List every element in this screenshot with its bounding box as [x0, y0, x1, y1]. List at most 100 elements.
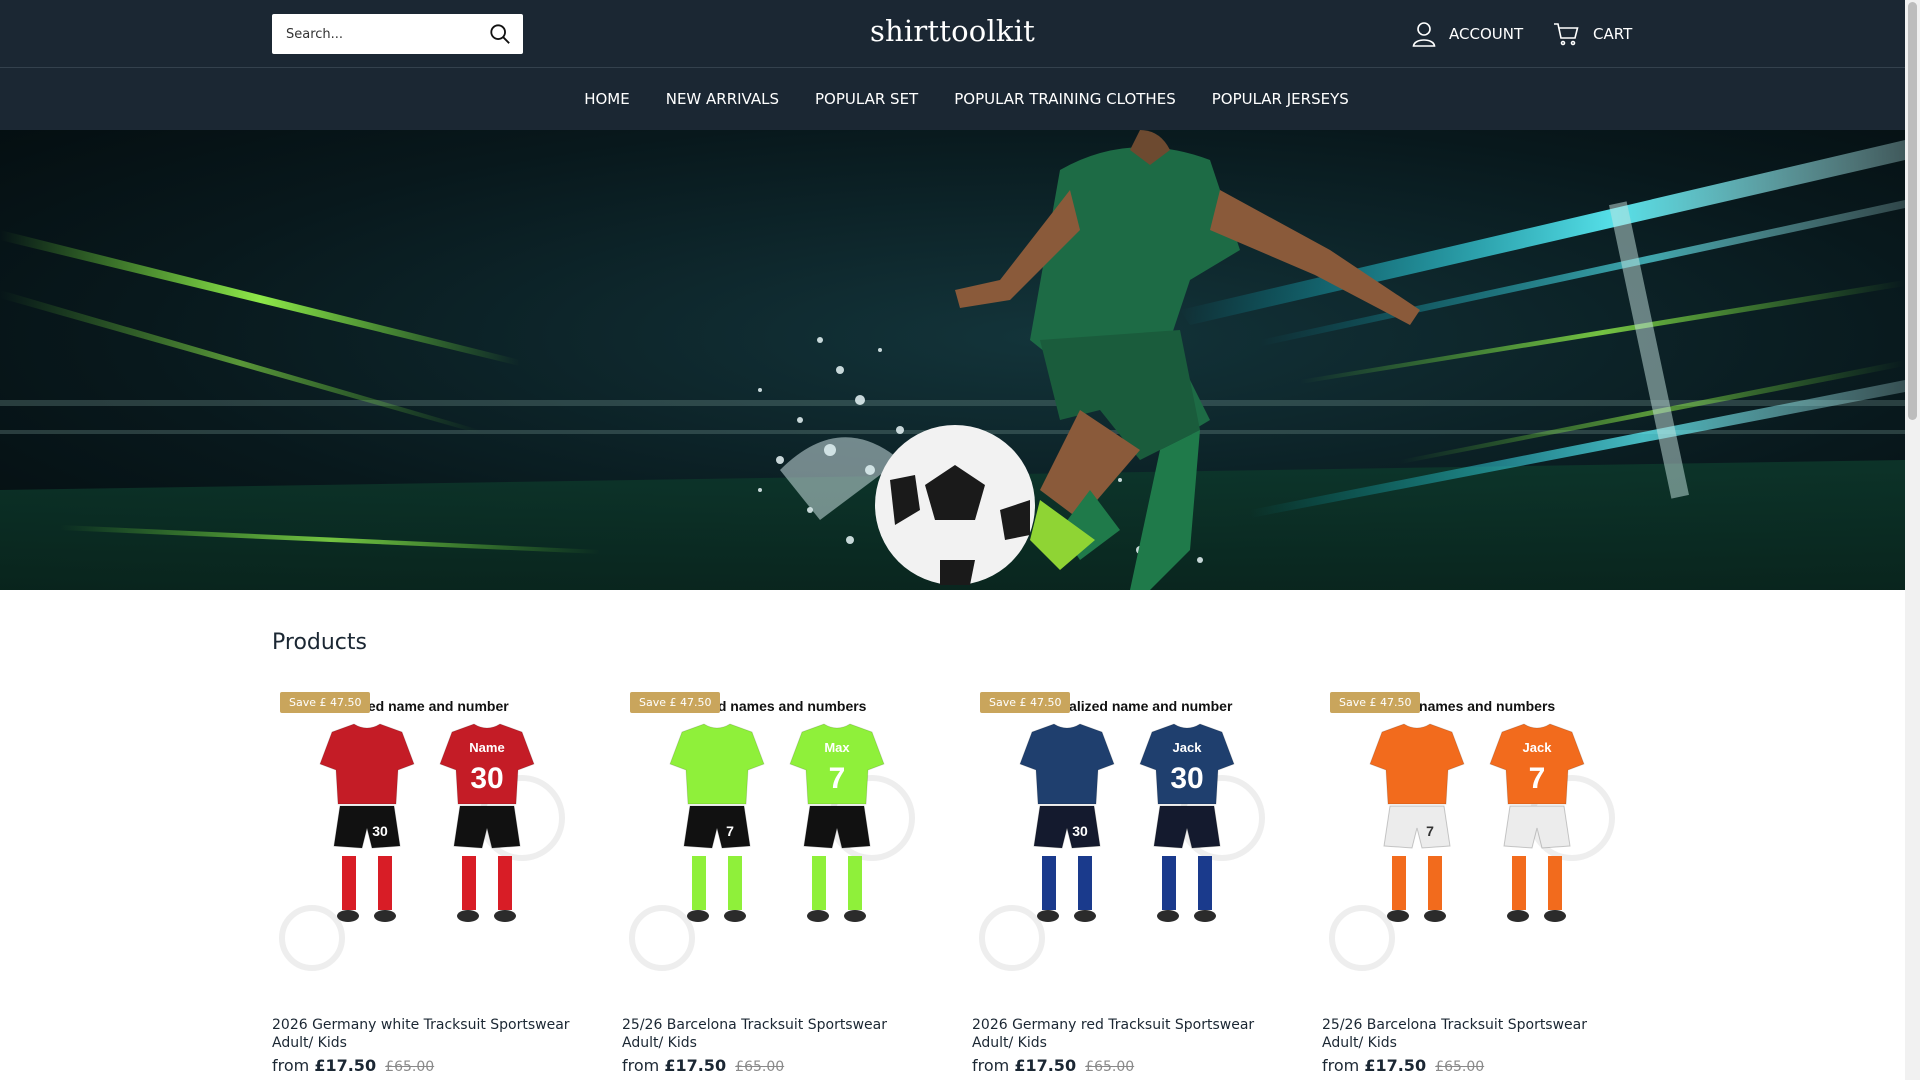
sock-shape: [728, 856, 742, 910]
kit-set: Max 7: [789, 723, 885, 922]
kit-illustration: 7 Max 7: [629, 723, 915, 971]
sock-shape: [342, 856, 356, 910]
shirt-shape: [1019, 723, 1115, 805]
sock-shape: [692, 856, 706, 910]
save-badge: Save £ 47.50: [980, 692, 1071, 713]
user-icon: [1412, 22, 1436, 47]
nav-item-popular-training-clothes[interactable]: POPULAR TRAINING CLOTHES: [954, 90, 1176, 108]
watermark-shape: [629, 905, 695, 971]
cart-icon: [1554, 23, 1579, 46]
kit-name-print: Max: [824, 740, 850, 755]
cart-link[interactable]: CART: [1553, 20, 1632, 48]
price-amount: £17.50: [664, 1056, 727, 1075]
product-image[interactable]: Save £ 47.50 alized name and number 30 Na…: [272, 688, 582, 998]
product-card[interactable]: Save £ 47.50 Personalized name and numbe…: [972, 688, 1282, 1075]
hero-image: [0, 130, 1905, 590]
product-card[interactable]: Save £ 47.50 ed names and numbers 7 Jack 7…: [1322, 688, 1632, 1075]
boot-shape: [337, 910, 359, 922]
compare-price: £65.00: [735, 1059, 785, 1075]
price-amount: £17.50: [314, 1056, 377, 1075]
product-card[interactable]: Save £ 47.50 alized names and numbers 7M…: [622, 688, 932, 1075]
shirt-shape: [319, 723, 415, 805]
account-label: ACCOUNT: [1449, 25, 1524, 43]
nav-item-new-arrivals[interactable]: NEW ARRIVALS: [666, 90, 779, 108]
boot-shape: [1507, 910, 1529, 922]
sock-shape: [1198, 856, 1212, 910]
shorts-shape: [1033, 805, 1101, 849]
product-image[interactable]: Save £ 47.50 ed names and numbers 7 Jack 7: [1322, 688, 1632, 998]
search-icon[interactable]: [489, 23, 511, 45]
nav-item-popular-set[interactable]: POPULAR SET: [815, 90, 918, 108]
site-logo[interactable]: shirttoolkit: [780, 14, 1125, 48]
save-badge: Save £ 47.50: [280, 692, 371, 713]
watermark-shape: [279, 905, 345, 971]
product-price: from £17.50 £65.00: [622, 1056, 932, 1075]
product-image[interactable]: Save £ 47.50 alized names and numbers 7M…: [622, 688, 932, 998]
compare-price: £65.00: [385, 1059, 435, 1075]
boot-shape: [724, 910, 746, 922]
shorts-number-print: 7: [1426, 823, 1434, 839]
kit-set: Name 30: [439, 723, 535, 922]
compare-price: £65.00: [1435, 1059, 1485, 1075]
watermark-shape: [1329, 905, 1395, 971]
price-amount: £17.50: [1364, 1056, 1427, 1075]
product-price: from £17.50 £65.00: [272, 1056, 582, 1075]
kit-name-print: Jack: [1523, 740, 1553, 755]
kit-set: 30: [319, 723, 415, 922]
product-title[interactable]: 2026 Germany red Tracksuit Sportswear Ad…: [972, 1016, 1282, 1052]
scrollbar-thumb[interactable]: [1908, 2, 1917, 420]
top-header: shirttoolkit ACCOUNT CART: [0, 0, 1905, 68]
kit-illustration: 30 Jack 30: [979, 723, 1265, 971]
sock-shape: [1162, 856, 1176, 910]
product-title[interactable]: 25/26 Barcelona Tracksuit Sportswear Adu…: [1322, 1016, 1632, 1052]
cart-label: CART: [1593, 25, 1633, 43]
kit-set: 7: [1369, 723, 1465, 922]
kit-set: 7: [669, 723, 765, 922]
boot-shape: [1387, 910, 1409, 922]
product-title[interactable]: 2026 Germany white Tracksuit Sportswear …: [272, 1016, 582, 1052]
sock-shape: [1392, 856, 1406, 910]
shirt-shape: [1369, 723, 1465, 805]
product-card[interactable]: Save £ 47.50 alized name and number 30 Na…: [272, 688, 582, 1075]
boot-shape: [457, 910, 479, 922]
kit-name-print: Jack: [1173, 740, 1203, 755]
price-from: from: [272, 1056, 310, 1075]
sock-shape: [1512, 856, 1526, 910]
shorts-number-print: 30: [372, 823, 388, 839]
account-link[interactable]: ACCOUNT: [1412, 20, 1523, 48]
shorts-shape: [683, 805, 751, 849]
nav-item-home[interactable]: HOME: [584, 90, 630, 108]
product-image[interactable]: Save £ 47.50 Personalized name and numbe…: [972, 688, 1282, 998]
kit-set: 30: [1019, 723, 1115, 922]
compare-price: £65.00: [1085, 1059, 1135, 1075]
boot-shape: [1424, 910, 1446, 922]
price-from: from: [622, 1056, 660, 1075]
hero-banner[interactable]: [0, 130, 1905, 590]
product-title[interactable]: 25/26 Barcelona Tracksuit Sportswear Adu…: [622, 1016, 932, 1052]
sock-shape: [1428, 856, 1442, 910]
price-amount: £17.50: [1014, 1056, 1077, 1075]
kit-name-print: Name: [469, 740, 504, 755]
main-nav: HOME NEW ARRIVALS POPULAR SET POPULAR TR…: [0, 68, 1905, 130]
price-from: from: [1322, 1056, 1360, 1075]
search-input[interactable]: [286, 14, 476, 54]
boot-shape: [1074, 910, 1096, 922]
sock-shape: [1042, 856, 1056, 910]
kit-illustration: 30 Name 30: [279, 723, 565, 971]
nav-item-popular-jerseys[interactable]: POPULAR JERSEYS: [1212, 90, 1349, 108]
product-price: from £17.50 £65.00: [1322, 1056, 1632, 1075]
kit-number-print: 7: [1529, 762, 1546, 795]
sock-shape: [1078, 856, 1092, 910]
sock-shape: [498, 856, 512, 910]
boot-shape: [807, 910, 829, 922]
boot-shape: [374, 910, 396, 922]
boot-shape: [494, 910, 516, 922]
boot-shape: [687, 910, 709, 922]
boot-shape: [1194, 910, 1216, 922]
product-price: from £17.50 £65.00: [972, 1056, 1282, 1075]
save-badge: Save £ 47.50: [1330, 692, 1421, 713]
save-badge: Save £ 47.50: [630, 692, 721, 713]
boot-shape: [844, 910, 866, 922]
search-box: [272, 14, 523, 54]
kit-number-print: 30: [1170, 762, 1203, 795]
